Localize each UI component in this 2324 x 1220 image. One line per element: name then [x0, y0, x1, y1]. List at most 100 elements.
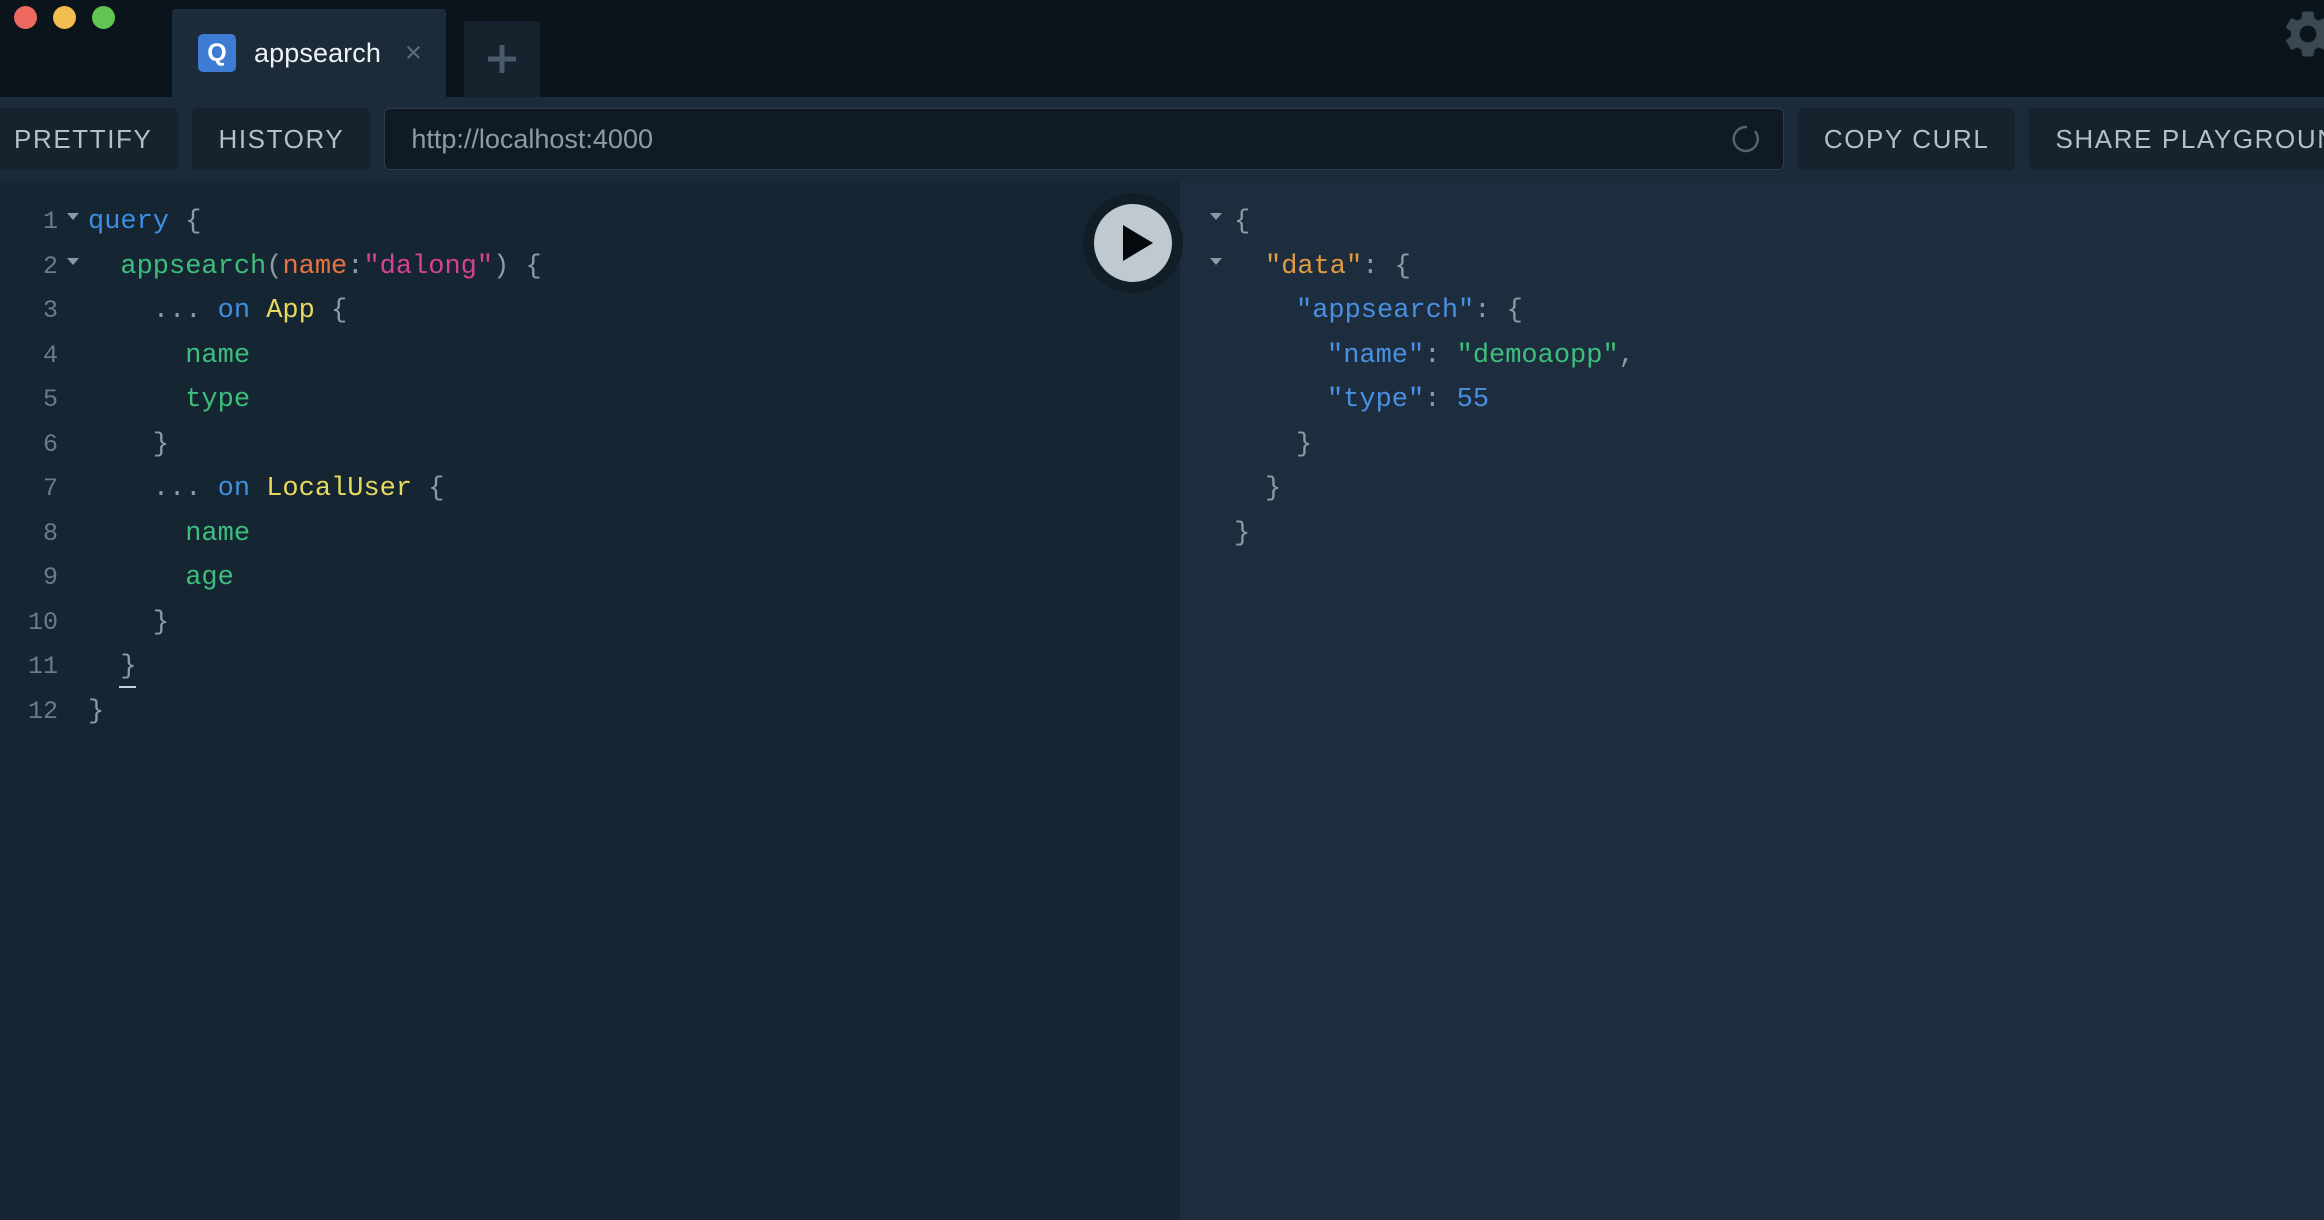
line-content: }: [88, 601, 1180, 646]
endpoint-url-input[interactable]: http://localhost:4000: [384, 108, 1784, 170]
window-minimize-button[interactable]: [53, 6, 76, 29]
json-token: ,: [1618, 340, 1635, 371]
response-line: }: [1198, 423, 2324, 468]
response-line: }: [1198, 512, 2324, 557]
code-token: }: [88, 696, 105, 727]
chevron-down-icon[interactable]: [1198, 207, 1234, 225]
response-line: "appsearch": {: [1198, 289, 2324, 334]
line-number: 1: [42, 207, 58, 236]
line-content: ... on LocalUser {: [88, 467, 1180, 512]
line-content: }: [88, 690, 1180, 735]
json-token: 55: [1456, 385, 1490, 415]
code-token: }: [152, 429, 170, 460]
toolbar: PRETTIFY HISTORY http://localhost:4000 C…: [0, 97, 2324, 181]
json-token: "data": [1265, 251, 1363, 282]
line-content: ... on App {: [88, 289, 1180, 334]
code-token: App: [266, 296, 315, 326]
loading-spinner-icon: [1731, 124, 1761, 154]
code-token: query: [88, 207, 170, 237]
line-number: 5: [42, 385, 58, 414]
line-number: 3: [42, 296, 58, 325]
code-token: name: [185, 518, 251, 549]
query-editor-code[interactable]: 1 query {2 appsearch(name:"dalong") {3 ..…: [0, 181, 1180, 734]
response-line: "name": "demoaopp",: [1198, 334, 2324, 379]
code-token: type: [185, 385, 251, 415]
response-pane[interactable]: {"data": {"appsearch": {"name": "demoaop…: [1180, 181, 2324, 1220]
query-editor-pane[interactable]: 1 query {2 appsearch(name:"dalong") {3 ..…: [0, 181, 1180, 1220]
play-icon: [1122, 225, 1153, 261]
gear-icon: [2286, 11, 2324, 57]
history-button[interactable]: HISTORY: [192, 108, 371, 170]
code-token: appsearch: [120, 251, 267, 282]
json-token: "demoaopp": [1456, 340, 1619, 371]
window-close-button[interactable]: [14, 6, 37, 29]
close-icon[interactable]: ×: [405, 38, 422, 68]
editor-line: 4 name: [0, 334, 1180, 379]
execute-query-button[interactable]: [1083, 193, 1183, 293]
line-number: 10: [27, 607, 58, 637]
editor-line: 1 query {: [0, 200, 1180, 245]
json-token: "appsearch": [1296, 296, 1475, 326]
code-token: "dalong": [363, 251, 494, 282]
code-token: }: [120, 652, 137, 682]
code-token: on: [217, 474, 251, 504]
settings-button[interactable]: [2276, 2, 2324, 66]
line-content: name: [88, 334, 1180, 379]
response-line-content: "appsearch": {: [1234, 289, 2324, 334]
code-token: ...: [152, 474, 202, 504]
response-line-content: "name": "demoaopp",: [1234, 334, 2324, 379]
tab-bar: Q appsearch ×: [0, 0, 2324, 97]
json-token: :: [1424, 385, 1457, 415]
line-number: 6: [42, 429, 58, 459]
code-token: LocalUser: [266, 474, 413, 504]
json-token: :: [1362, 251, 1395, 282]
line-content: }: [88, 423, 1180, 468]
new-tab-button[interactable]: [463, 21, 540, 97]
code-token: ...: [152, 296, 202, 326]
window-maximize-button[interactable]: [92, 6, 115, 29]
share-playground-button[interactable]: SHARE PLAYGROUND: [2029, 108, 2324, 170]
code-token: ): [493, 251, 510, 282]
graphql-playground-window: Q appsearch × PRETTIFY HISTORY http://lo…: [0, 0, 2324, 1220]
code-token: {: [428, 474, 445, 504]
chevron-down-icon[interactable]: [58, 252, 88, 270]
chevron-down-icon[interactable]: [58, 207, 88, 225]
response-line-content: }: [1234, 423, 2324, 468]
editor-line: 7 ... on LocalUser {: [0, 467, 1180, 512]
tab-appsearch[interactable]: Q appsearch ×: [172, 9, 446, 97]
line-number: 8: [42, 518, 58, 548]
line-content: name: [88, 512, 1180, 557]
json-token: "name": [1327, 340, 1425, 371]
code-token: }: [152, 607, 170, 638]
editor-line: 3 ... on App {: [0, 289, 1180, 334]
response-line: {: [1198, 200, 2324, 245]
json-token: :: [1424, 340, 1457, 371]
code-token: on: [217, 296, 251, 326]
copy-curl-button[interactable]: COPY CURL: [1797, 108, 2016, 170]
code-token: :: [347, 251, 364, 282]
prettify-button[interactable]: PRETTIFY: [0, 108, 179, 170]
line-number: 9: [42, 563, 58, 592]
response-viewer-code: {"data": {"appsearch": {"name": "demoaop…: [1180, 181, 2324, 556]
line-number: 7: [42, 474, 58, 503]
line-content: age: [88, 556, 1180, 601]
editor-line: 5 type: [0, 378, 1180, 423]
chevron-down-icon[interactable]: [1198, 252, 1234, 270]
code-token: name: [282, 251, 348, 282]
line-number: 4: [42, 340, 58, 370]
response-line: "data": {: [1198, 245, 2324, 290]
